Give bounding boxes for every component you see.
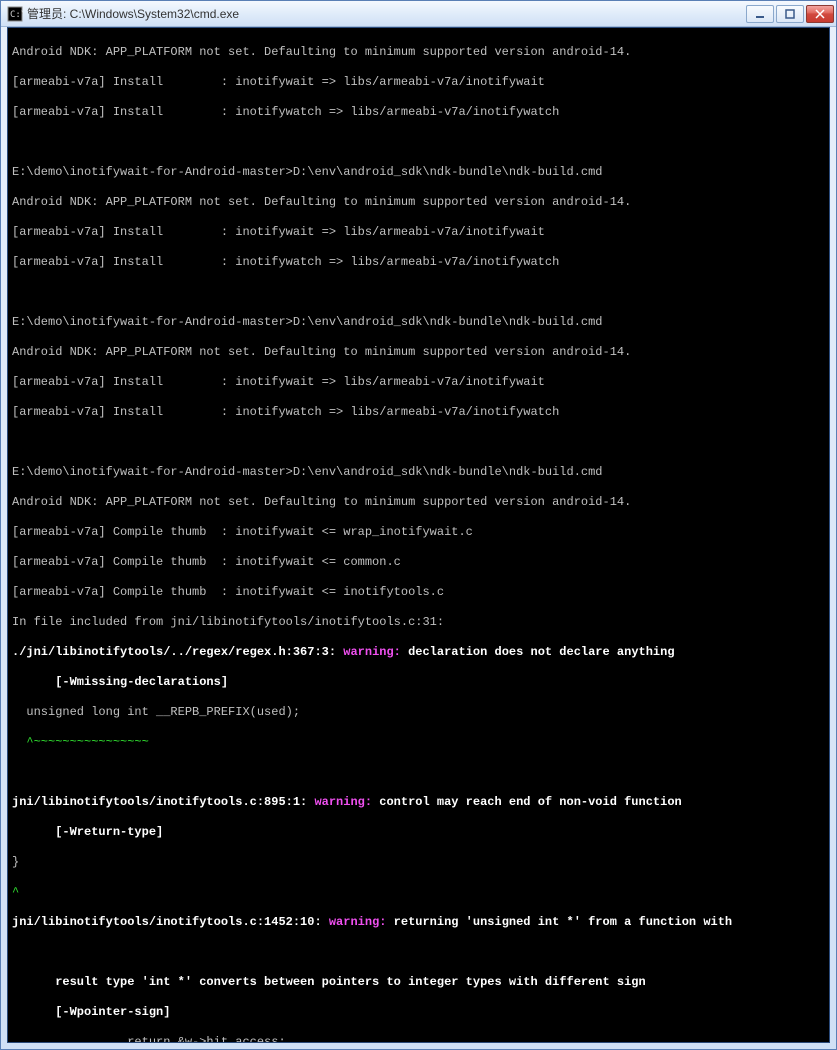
window-title: 管理员: C:\Windows\System32\cmd.exe — [27, 5, 746, 22]
output-line: [armeabi-v7a] Install : inotifywait => l… — [12, 375, 825, 390]
prompt-line: E:\demo\inotifywait-for-Android-master>D… — [12, 465, 825, 480]
cmd-window: C:\ 管理员: C:\Windows\System32\cmd.exe And… — [0, 0, 837, 1050]
flag-line: [-Wreturn-type] — [12, 825, 825, 840]
flag-line: [-Wpointer-sign] — [12, 1005, 825, 1020]
minimize-button[interactable] — [746, 5, 774, 23]
titlebar[interactable]: C:\ 管理员: C:\Windows\System32\cmd.exe — [1, 1, 836, 27]
output-line: [armeabi-v7a] Install : inotifywatch => … — [12, 105, 825, 120]
output-line: Android NDK: APP_PLATFORM not set. Defau… — [12, 45, 825, 60]
output-line: Android NDK: APP_PLATFORM not set. Defau… — [12, 195, 825, 210]
output-line: [armeabi-v7a] Install : inotifywait => l… — [12, 75, 825, 90]
cmd-icon: C:\ — [7, 6, 23, 22]
output-line: [armeabi-v7a] Install : inotifywatch => … — [12, 405, 825, 420]
output-line: [armeabi-v7a] Compile thumb : inotifywai… — [12, 585, 825, 600]
underline: ^~~~~~~~~~~~~~~~~ — [12, 735, 825, 750]
code-line: unsigned long int __REPB_PREFIX(used); — [12, 705, 825, 720]
warning-line: ./jni/libinotifytools/../regex/regex.h:3… — [12, 645, 825, 660]
window-controls — [746, 5, 834, 23]
terminal-output: Android NDK: APP_PLATFORM not set. Defau… — [12, 30, 825, 1043]
flag-line: [-Wmissing-declarations] — [12, 675, 825, 690]
output-line: Android NDK: APP_PLATFORM not set. Defau… — [12, 495, 825, 510]
output-line: [armeabi-v7a] Compile thumb : inotifywai… — [12, 525, 825, 540]
prompt-line: E:\demo\inotifywait-for-Android-master>D… — [12, 315, 825, 330]
output-line: [armeabi-v7a] Compile thumb : inotifywai… — [12, 555, 825, 570]
underline: ^ — [12, 885, 825, 900]
code-line: return &w->hit_access; — [12, 1035, 825, 1043]
prompt-line: E:\demo\inotifywait-for-Android-master>D… — [12, 165, 825, 180]
terminal[interactable]: Android NDK: APP_PLATFORM not set. Defau… — [7, 27, 830, 1043]
svg-text:C:\: C:\ — [10, 10, 23, 20]
output-line: [armeabi-v7a] Install : inotifywatch => … — [12, 255, 825, 270]
msg-line: result type 'int *' converts between poi… — [12, 975, 825, 990]
close-button[interactable] — [806, 5, 834, 23]
output-line: Android NDK: APP_PLATFORM not set. Defau… — [12, 345, 825, 360]
warning-line: jni/libinotifytools/inotifytools.c:1452:… — [12, 915, 825, 930]
code-line: } — [12, 855, 825, 870]
output-line: In file included from jni/libinotifytool… — [12, 615, 825, 630]
warning-line: jni/libinotifytools/inotifytools.c:895:1… — [12, 795, 825, 810]
output-line: [armeabi-v7a] Install : inotifywait => l… — [12, 225, 825, 240]
maximize-button[interactable] — [776, 5, 804, 23]
